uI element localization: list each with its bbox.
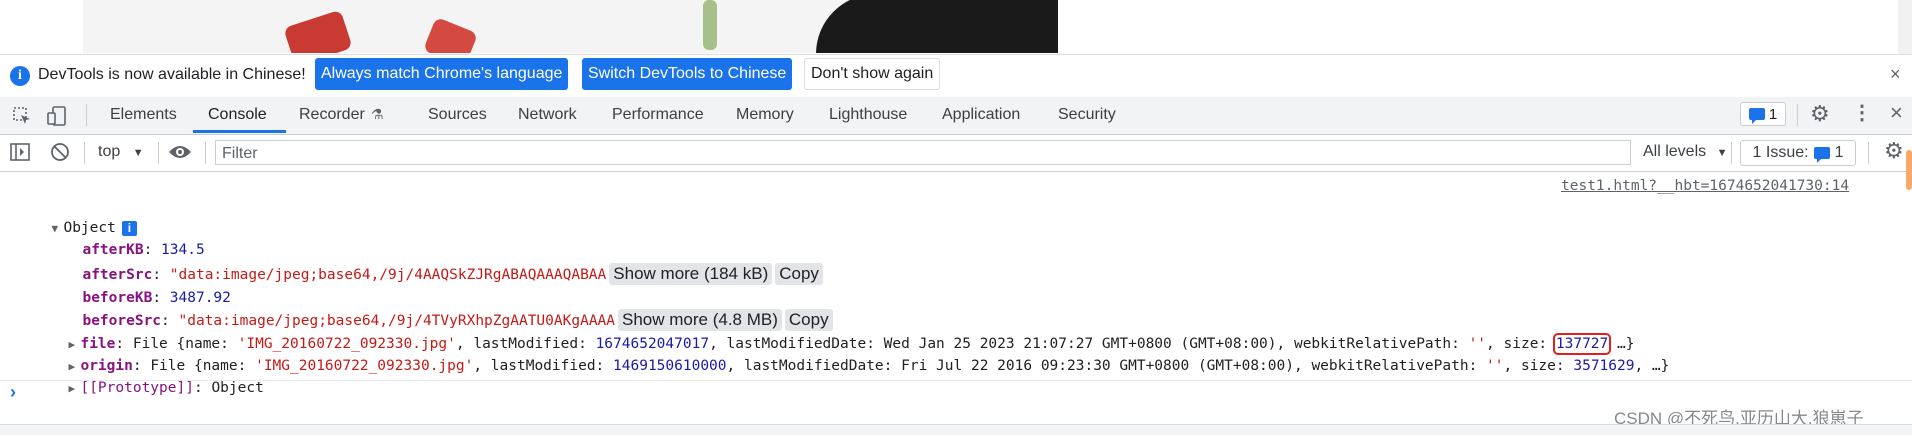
toolbar-divider xyxy=(205,142,206,164)
label: , lastModified: xyxy=(473,358,614,374)
property-row-file[interactable]: ▶ file: File {name: 'IMG_20160722_092330.… xyxy=(51,311,1634,355)
property-row-origin[interactable]: ▶ origin: File {name: 'IMG_20160722_09233… xyxy=(51,333,1669,374)
issues-count: 1 xyxy=(1768,105,1778,123)
sidebar-toggle-icon[interactable] xyxy=(10,143,30,165)
device-toolbar-icon[interactable] xyxy=(46,105,68,131)
flask-icon: ⚗ xyxy=(371,106,384,122)
infobar-message: DevTools is now available in Chinese! xyxy=(38,66,306,83)
tab-network[interactable]: Network xyxy=(518,106,577,124)
tab-performance[interactable]: Performance xyxy=(612,106,704,124)
copy-button[interactable]: Copy xyxy=(775,263,823,285)
info-icon: i xyxy=(10,66,30,86)
property-row: beforeKB: 3487.92 xyxy=(82,290,231,306)
preview-decor xyxy=(283,9,353,53)
label: , lastModifiedDate: xyxy=(726,358,902,374)
switch-to-chinese-button[interactable]: Switch DevTools to Chinese xyxy=(582,58,793,90)
tab-sources[interactable]: Sources xyxy=(428,106,487,124)
prompt-chevron-icon: › xyxy=(10,382,16,402)
property-row: beforeSrc: "data:image/jpeg;base64,/9j/4… xyxy=(65,287,833,331)
levels-value: All levels xyxy=(1643,143,1707,160)
issues-counter-button[interactable]: 1 xyxy=(1740,102,1786,126)
last-modified-value: 1469150610000 xyxy=(613,358,727,374)
relative-path-value: '' xyxy=(1486,358,1504,374)
issues-count: 1 xyxy=(1834,144,1844,161)
issues-button[interactable]: 1 Issue: 1 xyxy=(1740,140,1856,166)
toolbar-divider xyxy=(86,104,87,126)
context-value: top xyxy=(98,143,121,160)
expanded-triangle-icon[interactable]: ▼ xyxy=(51,218,63,240)
page-scrollbar[interactable] xyxy=(1898,0,1912,54)
label: , …} xyxy=(1634,358,1670,374)
message-icon xyxy=(1748,108,1765,124)
always-match-language-button[interactable]: Always match Chrome's language xyxy=(315,58,569,90)
more-options-icon[interactable]: ⋮ xyxy=(1852,103,1872,123)
filter-placeholder: Filter xyxy=(222,145,258,162)
inspect-element-icon[interactable] xyxy=(12,106,32,130)
page-preview-image xyxy=(83,0,1058,53)
property-row: afterSrc: "data:image/jpeg;base64,/9j/4A… xyxy=(65,241,823,285)
tab-security[interactable]: Security xyxy=(1058,106,1116,124)
file-size-value: 3571629 xyxy=(1573,358,1635,374)
console-scrollbar[interactable] xyxy=(1906,150,1912,190)
tab-console[interactable]: Console xyxy=(208,106,267,124)
label: , webkitRelativePath: xyxy=(1293,358,1487,374)
clear-console-icon[interactable] xyxy=(50,142,70,166)
dropdown-arrow-icon: ▼ xyxy=(1716,147,1728,159)
dropdown-arrow-icon: ▼ xyxy=(132,147,144,159)
prototype-row[interactable]: ▶ [[Prototype]]: Object xyxy=(51,355,263,396)
toolbar-divider xyxy=(1797,104,1798,126)
close-icon[interactable]: × xyxy=(1890,64,1901,85)
language-infobar: i DevTools is now available in Chinese! xyxy=(0,55,1912,98)
bottom-drawer-edge xyxy=(0,424,1912,435)
console-settings-gear-icon[interactable]: ⚙ xyxy=(1884,140,1904,162)
tab-recorder[interactable]: Recorder xyxy=(299,106,365,124)
source-link[interactable]: test1.html?__hbt=1674652041730:14 xyxy=(1561,178,1849,194)
context-selector[interactable]: top ▼ xyxy=(98,143,144,161)
toolbar-divider xyxy=(158,142,159,164)
preview-decor xyxy=(816,0,1058,53)
log-levels-selector[interactable]: All levels ▼ xyxy=(1643,143,1727,161)
property-row: afterKB: 134.5 xyxy=(82,242,205,258)
toolbar-divider xyxy=(1868,142,1869,164)
tab-application[interactable]: Application xyxy=(942,106,1020,124)
console-prompt[interactable] xyxy=(0,380,1912,407)
close-devtools-icon[interactable]: × xyxy=(1890,102,1903,124)
object-header[interactable]: ▼ Object i xyxy=(34,195,137,236)
tab-memory[interactable]: Memory xyxy=(736,106,794,124)
dont-show-again-button[interactable]: Don't show again xyxy=(804,58,941,90)
show-more-button[interactable]: Show more (184 kB) xyxy=(609,263,773,285)
tab-lighthouse[interactable]: Lighthouse xyxy=(829,106,907,124)
active-tab-indicator xyxy=(193,130,286,133)
message-icon xyxy=(1813,147,1830,163)
last-modified-date-value: Fri Jul 22 2016 09:23:30 GMT+0800 (GMT+0… xyxy=(901,358,1294,374)
filter-input[interactable] xyxy=(215,140,1631,165)
preview-decor xyxy=(703,0,717,50)
tab-elements[interactable]: Elements xyxy=(110,106,177,124)
live-expression-eye-icon[interactable] xyxy=(168,143,192,165)
file-name-value: 'IMG_20160722_092330.jpg' xyxy=(255,358,474,374)
toolbar-divider xyxy=(84,142,85,164)
property-value: "data:image/jpeg;base64,/9j/4AAQSkZJRgAB… xyxy=(169,267,607,283)
label: , size: xyxy=(1503,358,1574,374)
toolbar-divider xyxy=(1731,142,1732,164)
issues-label: 1 Issue: xyxy=(1752,144,1809,161)
settings-gear-icon[interactable]: ⚙ xyxy=(1810,103,1830,125)
preview-decor xyxy=(422,16,479,53)
